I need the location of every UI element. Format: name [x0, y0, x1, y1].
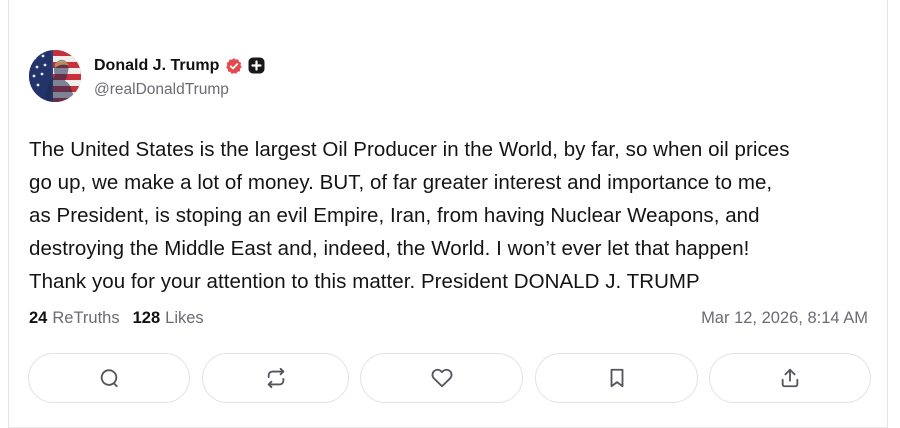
- verified-badge-icon: [225, 57, 243, 75]
- like-button[interactable]: [360, 353, 523, 403]
- post-timestamp[interactable]: Mar 12, 2026, 8:14 AM: [701, 309, 868, 328]
- action-bar: [28, 353, 871, 405]
- likes-label: Likes: [165, 309, 204, 327]
- post-header: Donald J. Trump @realDonaldTrump: [29, 50, 265, 102]
- avatar[interactable]: [29, 50, 81, 102]
- plus-badge-icon: [248, 57, 265, 74]
- post-stats: 24 ReTruths 128 Likes: [29, 309, 204, 328]
- bookmark-button[interactable]: [535, 353, 698, 403]
- bookmark-icon: [606, 367, 628, 389]
- post-line: Thank you for your attention to this mat…: [29, 270, 700, 293]
- share-icon: [779, 367, 801, 389]
- share-button[interactable]: [709, 353, 871, 403]
- post-card: Donald J. Trump @realDonaldTrump The Uni…: [8, 0, 888, 428]
- like-heart-icon: [430, 367, 454, 389]
- retruths-count: 24: [29, 309, 48, 327]
- post-line: as President, is stoping an evil Empire,…: [29, 204, 760, 227]
- post-line: The United States is the largest Oil Pro…: [29, 138, 790, 161]
- post-line: go up, we make a lot of money. BUT, of f…: [29, 171, 773, 194]
- likes-count: 128: [132, 309, 161, 327]
- retruth-icon: [264, 367, 288, 389]
- post-line: destroying the Middle East and, indeed, …: [29, 237, 750, 260]
- author-display-name[interactable]: Donald J. Trump: [94, 57, 219, 75]
- reply-button[interactable]: [28, 353, 190, 403]
- author-block: Donald J. Trump @realDonaldTrump: [94, 54, 265, 99]
- retruth-button[interactable]: [202, 353, 349, 403]
- name-row: Donald J. Trump: [94, 54, 265, 78]
- reply-icon: [98, 367, 120, 389]
- retruths-stat[interactable]: 24 ReTruths: [29, 309, 120, 328]
- post-body: The United States is the largest Oil Pro…: [29, 133, 879, 298]
- likes-stat[interactable]: 128 Likes: [133, 309, 204, 328]
- author-handle[interactable]: @realDonaldTrump: [94, 81, 265, 99]
- retruths-label: ReTruths: [52, 309, 120, 327]
